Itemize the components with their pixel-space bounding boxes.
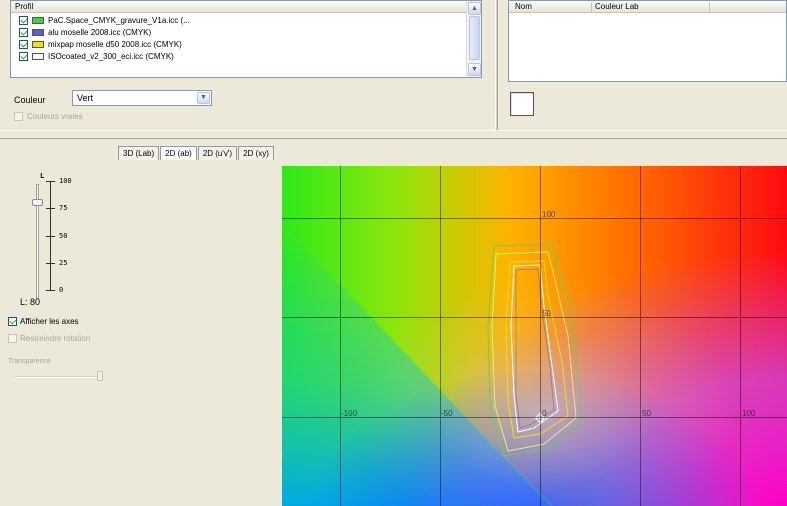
- profile-checkbox[interactable]: [19, 39, 28, 49]
- lightness-slider-thumb[interactable]: [32, 199, 43, 206]
- tab-2d-ab[interactable]: 2D (ab): [160, 146, 197, 161]
- true-colors-checkbox: [14, 112, 23, 121]
- profile-color-swatch: [32, 28, 44, 36]
- true-colors-label: Couleurs vraies: [27, 112, 83, 121]
- named-colors-table[interactable]: Nom Couleur Lab: [508, 0, 787, 82]
- lightness-title: L: [40, 172, 45, 180]
- tab-2d-xy[interactable]: 2D (xy): [238, 146, 274, 160]
- scale-tick-label: 0: [59, 286, 64, 294]
- axis-label-a-neg100: -100: [341, 409, 358, 418]
- grid-line: [540, 166, 541, 506]
- ab-gamut-plot[interactable]: 100 50 -100 -50 0 50 100: [282, 166, 787, 506]
- profiles-panel: Profil PaC.Space_CMYK_gravure_V1a.icc (.…: [0, 0, 495, 130]
- profile-checkbox[interactable]: [19, 27, 28, 37]
- profile-row[interactable]: PaC.Space_CMYK_gravure_V1a.icc (...: [19, 14, 190, 26]
- grid-line: [340, 166, 341, 506]
- profile-color-swatch: [32, 52, 44, 60]
- scale-tick: [46, 290, 55, 291]
- axis-label-b-100: 100: [542, 210, 556, 219]
- show-axes-option[interactable]: Afficher les axes: [8, 317, 79, 326]
- true-colors-option: Couleurs vraies: [14, 112, 83, 121]
- view-tabs: 3D (Lab) 2D (ab) 2D (u'v') 2D (xy): [118, 146, 275, 161]
- profile-label: mixpap moselle d50 2008.icc (CMYK): [48, 39, 182, 49]
- column-header-lab[interactable]: Couleur Lab: [595, 2, 639, 11]
- axis-label-b-50: 50: [542, 309, 551, 318]
- lightness-controls: L 100 75 50 25 0 L: 80 Afficher les axes…: [0, 139, 115, 506]
- horizontal-splitter[interactable]: [0, 130, 787, 139]
- scroll-up-button[interactable]: ▲: [468, 2, 481, 15]
- tab-2d-uv[interactable]: 2D (u'v'): [197, 146, 238, 160]
- grid-line: [282, 417, 787, 418]
- profile-checkbox[interactable]: [19, 15, 28, 25]
- profile-list[interactable]: Profil PaC.Space_CMYK_gravure_V1a.icc (.…: [10, 0, 482, 78]
- color-select-value: Vert: [77, 93, 94, 103]
- named-colors-table-header: Nom Couleur Lab: [509, 1, 786, 13]
- column-header-name[interactable]: Nom: [515, 2, 532, 11]
- transparency-slider-thumb: [97, 371, 103, 381]
- color-select-label: Couleur: [14, 95, 46, 105]
- axis-label-a-100: 100: [742, 409, 756, 418]
- show-axes-checkbox[interactable]: [8, 317, 17, 326]
- named-colors-panel: Nom Couleur Lab: [498, 0, 787, 130]
- profile-column-label: Profil: [15, 2, 34, 11]
- scale-tick-label: 50: [59, 232, 68, 240]
- axis-label-origin: 0: [542, 409, 547, 418]
- restrict-rotation-checkbox: [8, 334, 17, 343]
- grid-line: [640, 166, 641, 506]
- profile-color-swatch: [32, 40, 44, 48]
- profile-row[interactable]: mixpap moselle d50 2008.icc (CMYK): [19, 38, 182, 50]
- profile-label: PaC.Space_CMYK_gravure_V1a.icc (...: [48, 15, 190, 25]
- scroll-thumb[interactable]: [469, 16, 480, 60]
- transparency-slider-track: [14, 376, 104, 378]
- grid-line: [282, 218, 787, 219]
- profile-label: ISOcoated_v2_300_eci.icc (CMYK): [48, 51, 174, 61]
- profile-row[interactable]: ISOcoated_v2_300_eci.icc (CMYK): [19, 50, 174, 62]
- color-preview-swatch: [510, 92, 534, 116]
- profile-list-scrollbar[interactable]: ▲ ▼: [466, 1, 481, 77]
- axis-label-a-50: 50: [642, 409, 651, 418]
- scale-tick: [46, 263, 55, 264]
- axis-label-a-neg50: -50: [441, 409, 453, 418]
- profile-label: alu moselle 2008.icc (CMYK): [48, 27, 152, 37]
- chevron-down-icon[interactable]: ▼: [197, 92, 210, 104]
- color-select[interactable]: Vert ▼: [72, 90, 212, 106]
- show-axes-label: Afficher les axes: [20, 317, 79, 326]
- column-separator: [591, 2, 592, 12]
- restrict-rotation-option: Restreindre rotation: [8, 334, 90, 343]
- gamut-plot-area: 100 50 -100 -50 0 50 100: [115, 160, 787, 506]
- lightness-value: L: 80: [20, 297, 41, 307]
- scale-tick: [46, 208, 55, 209]
- profile-color-swatch: [32, 16, 44, 24]
- scale-tick: [46, 236, 55, 237]
- scroll-down-button[interactable]: ▼: [468, 63, 481, 76]
- gamut-viewer: L 100 75 50 25 0 L: 80 Afficher les axes…: [0, 139, 787, 506]
- profile-checkbox[interactable]: [19, 51, 28, 61]
- profile-row[interactable]: alu moselle 2008.icc (CMYK): [19, 26, 151, 38]
- profile-list-header: Profil: [11, 1, 481, 13]
- transparency-label: Transparence: [8, 358, 51, 365]
- scale-tick-label: 100: [59, 177, 72, 185]
- scale-tick-label: 75: [59, 204, 68, 212]
- scale-tick: [46, 181, 55, 182]
- grid-line: [282, 317, 787, 318]
- grid-line: [440, 166, 441, 506]
- restrict-rotation-label: Restreindre rotation: [20, 334, 91, 343]
- column-separator: [709, 2, 710, 12]
- grid-line: [740, 166, 741, 506]
- tab-3d-lab[interactable]: 3D (Lab): [118, 146, 160, 160]
- scale-tick-label: 25: [59, 259, 68, 267]
- ab-plane-canvas: [282, 166, 787, 506]
